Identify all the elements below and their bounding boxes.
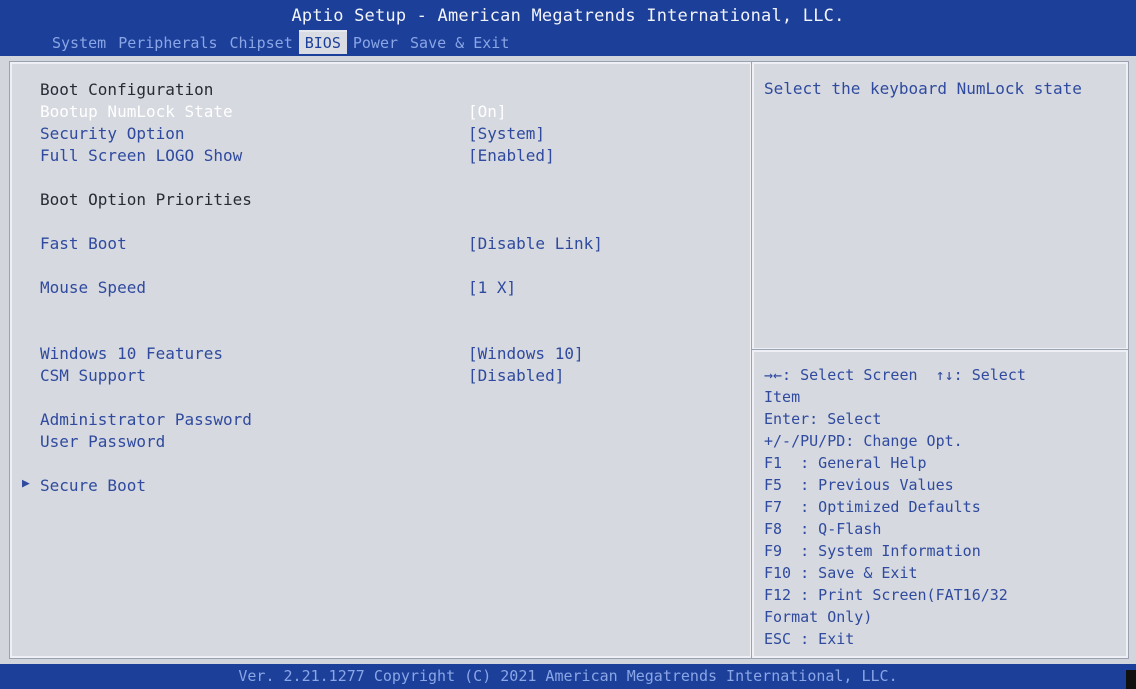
settings-panel: Boot Configuration Bootup NumLock State … bbox=[9, 61, 753, 659]
app-title: Aptio Setup - American Megatrends Intern… bbox=[291, 6, 845, 26]
option-security-option[interactable]: Security Option [System] bbox=[40, 124, 545, 143]
option-label: Security Option bbox=[40, 124, 185, 143]
tab-save-exit[interactable]: Save & Exit bbox=[404, 32, 515, 54]
key-legend-line: F9 : System Information bbox=[764, 542, 981, 560]
section-heading: Boot Configuration bbox=[40, 80, 214, 99]
option-windows-features[interactable]: Windows 10 Features [Windows 10] bbox=[40, 344, 584, 363]
option-label: Mouse Speed bbox=[40, 278, 146, 297]
option-administrator-password[interactable]: Administrator Password bbox=[40, 410, 252, 429]
key-legend-line: +/-/PU/PD: Change Opt. bbox=[764, 432, 963, 450]
key-legend-line: F1 : General Help bbox=[764, 454, 927, 472]
key-legend-line: F10 : Save & Exit bbox=[764, 564, 918, 582]
option-bootup-numlock[interactable]: Bootup NumLock State [On] bbox=[40, 102, 507, 121]
option-label: Fast Boot bbox=[40, 234, 127, 253]
section-boot-option-priorities: Boot Option Priorities bbox=[40, 190, 252, 209]
section-heading: Boot Option Priorities bbox=[40, 190, 252, 209]
header-bar: Aptio Setup - American Megatrends Intern… bbox=[0, 0, 1136, 56]
key-legend-line: Enter: Select bbox=[764, 410, 882, 428]
tab-peripherals[interactable]: Peripherals bbox=[112, 32, 223, 54]
option-value[interactable]: [1 X] bbox=[468, 278, 516, 297]
tab-bar: System Peripherals Chipset BIOS Power Sa… bbox=[46, 30, 515, 54]
key-legend-line: →←: Select Screen ↑↓: Select bbox=[764, 366, 1026, 384]
option-fast-boot[interactable]: Fast Boot [Disable Link] bbox=[40, 234, 603, 253]
option-csm-support[interactable]: CSM Support [Disabled] bbox=[40, 366, 564, 385]
version-copyright: Ver. 2.21.1277 Copyright (C) 2021 Americ… bbox=[238, 667, 898, 685]
key-legend: →←: Select Screen ↑↓: Select Item Enter:… bbox=[764, 364, 1114, 650]
tab-system[interactable]: System bbox=[46, 32, 112, 54]
footer-bar: Ver. 2.21.1277 Copyright (C) 2021 Americ… bbox=[0, 664, 1136, 689]
tab-bios[interactable]: BIOS bbox=[298, 30, 347, 54]
submenu-secure-boot[interactable]: ▶ Secure Boot bbox=[22, 476, 146, 495]
option-label: CSM Support bbox=[40, 366, 146, 385]
tab-power[interactable]: Power bbox=[347, 32, 404, 54]
help-panel: Select the keyboard NumLock state bbox=[751, 61, 1129, 351]
option-value[interactable]: [Enabled] bbox=[468, 146, 555, 165]
bios-screen: Aptio Setup - American Megatrends Intern… bbox=[0, 0, 1136, 689]
option-label: Windows 10 Features bbox=[40, 344, 224, 363]
option-mouse-speed[interactable]: Mouse Speed [1 X] bbox=[40, 278, 516, 297]
option-full-screen-logo[interactable]: Full Screen LOGO Show [Enabled] bbox=[40, 146, 555, 165]
tab-chipset[interactable]: Chipset bbox=[224, 32, 299, 54]
option-user-password[interactable]: User Password bbox=[40, 432, 165, 451]
key-legend-panel: →←: Select Screen ↑↓: Select Item Enter:… bbox=[751, 349, 1129, 659]
option-value[interactable]: [On] bbox=[468, 102, 507, 121]
key-legend-line: ESC : Exit bbox=[764, 630, 855, 648]
key-legend-line: Item bbox=[764, 388, 801, 406]
key-legend-line: Format Only) bbox=[764, 608, 873, 626]
help-description: Select the keyboard NumLock state bbox=[764, 79, 1082, 98]
section-boot-configuration: Boot Configuration bbox=[40, 80, 213, 99]
option-value[interactable]: [Disabled] bbox=[468, 366, 564, 385]
screen-edge-shadow bbox=[1126, 670, 1136, 689]
option-label: User Password bbox=[40, 432, 166, 451]
option-value[interactable]: [System] bbox=[468, 124, 545, 143]
key-legend-line: F8 : Q-Flash bbox=[764, 520, 882, 538]
submenu-arrow-icon: ▶ bbox=[22, 476, 30, 491]
option-label: Full Screen LOGO Show bbox=[40, 146, 243, 165]
key-legend-line: F12 : Print Screen(FAT16/32 bbox=[764, 586, 1008, 604]
option-label: Bootup NumLock State bbox=[40, 102, 233, 121]
option-label: Administrator Password bbox=[40, 410, 252, 429]
option-value[interactable]: [Disable Link] bbox=[468, 234, 603, 253]
option-value[interactable]: [Windows 10] bbox=[468, 344, 584, 363]
key-legend-line: F5 : Previous Values bbox=[764, 476, 954, 494]
key-legend-line: F7 : Optimized Defaults bbox=[764, 498, 981, 516]
option-label: Secure Boot bbox=[40, 476, 146, 495]
